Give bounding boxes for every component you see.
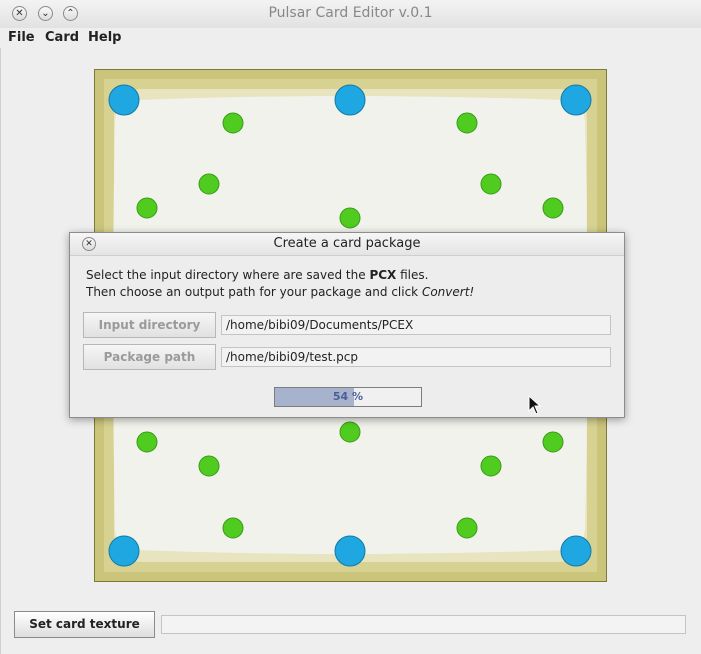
package-path-button[interactable]: Package path — [83, 344, 216, 370]
texture-path-field[interactable] — [161, 615, 686, 634]
corner-dot[interactable] — [334, 84, 366, 116]
field-dot[interactable] — [198, 455, 220, 477]
input-directory-button[interactable]: Input directory — [83, 312, 216, 338]
window-titlebar: ✕ ⌄ ⌃ Pulsar Card Editor v.0.1 — [0, 0, 701, 29]
field-dot[interactable] — [456, 112, 478, 134]
field-dot[interactable] — [480, 455, 502, 477]
dialog-instruction-line-1: Select the input directory where are sav… — [86, 268, 429, 282]
field-dot[interactable] — [542, 431, 564, 453]
field-dot[interactable] — [222, 112, 244, 134]
corner-dot[interactable] — [560, 84, 592, 116]
menu-help[interactable]: Help — [88, 30, 121, 45]
dialog-title: Create a card package — [273, 236, 421, 251]
create-package-dialog: ✕ Create a card package Select the input… — [69, 232, 625, 418]
corner-dot[interactable] — [108, 535, 140, 567]
field-dot[interactable] — [136, 197, 158, 219]
window-title: Pulsar Card Editor v.0.1 — [268, 5, 433, 21]
dialog-instruction-line-2: Then choose an output path for your pack… — [86, 285, 475, 299]
menu-bar: File Card Help — [0, 28, 701, 48]
menu-card[interactable]: Card — [45, 30, 79, 45]
field-dot[interactable] — [456, 517, 478, 539]
corner-dot[interactable] — [334, 535, 366, 567]
input-directory-field[interactable]: /home/bibi09/Documents/PCEX — [221, 315, 611, 335]
field-dot[interactable] — [222, 517, 244, 539]
set-card-texture-button[interactable]: Set card texture — [14, 611, 155, 638]
field-dot[interactable] — [339, 421, 361, 443]
field-dot[interactable] — [136, 431, 158, 453]
progress-label: 54 % — [332, 390, 364, 403]
field-dot[interactable] — [339, 207, 361, 229]
field-dot[interactable] — [198, 173, 220, 195]
menu-file[interactable]: File — [8, 30, 35, 45]
field-dot[interactable] — [480, 173, 502, 195]
package-path-field[interactable]: /home/bibi09/test.pcp — [221, 347, 611, 367]
corner-dot[interactable] — [108, 84, 140, 116]
mouse-pointer-icon — [528, 395, 542, 415]
corner-dot[interactable] — [560, 535, 592, 567]
dialog-titlebar: ✕ Create a card package — [70, 233, 624, 256]
conversion-progress-bar: 54 % — [274, 387, 422, 407]
field-dot[interactable] — [542, 197, 564, 219]
